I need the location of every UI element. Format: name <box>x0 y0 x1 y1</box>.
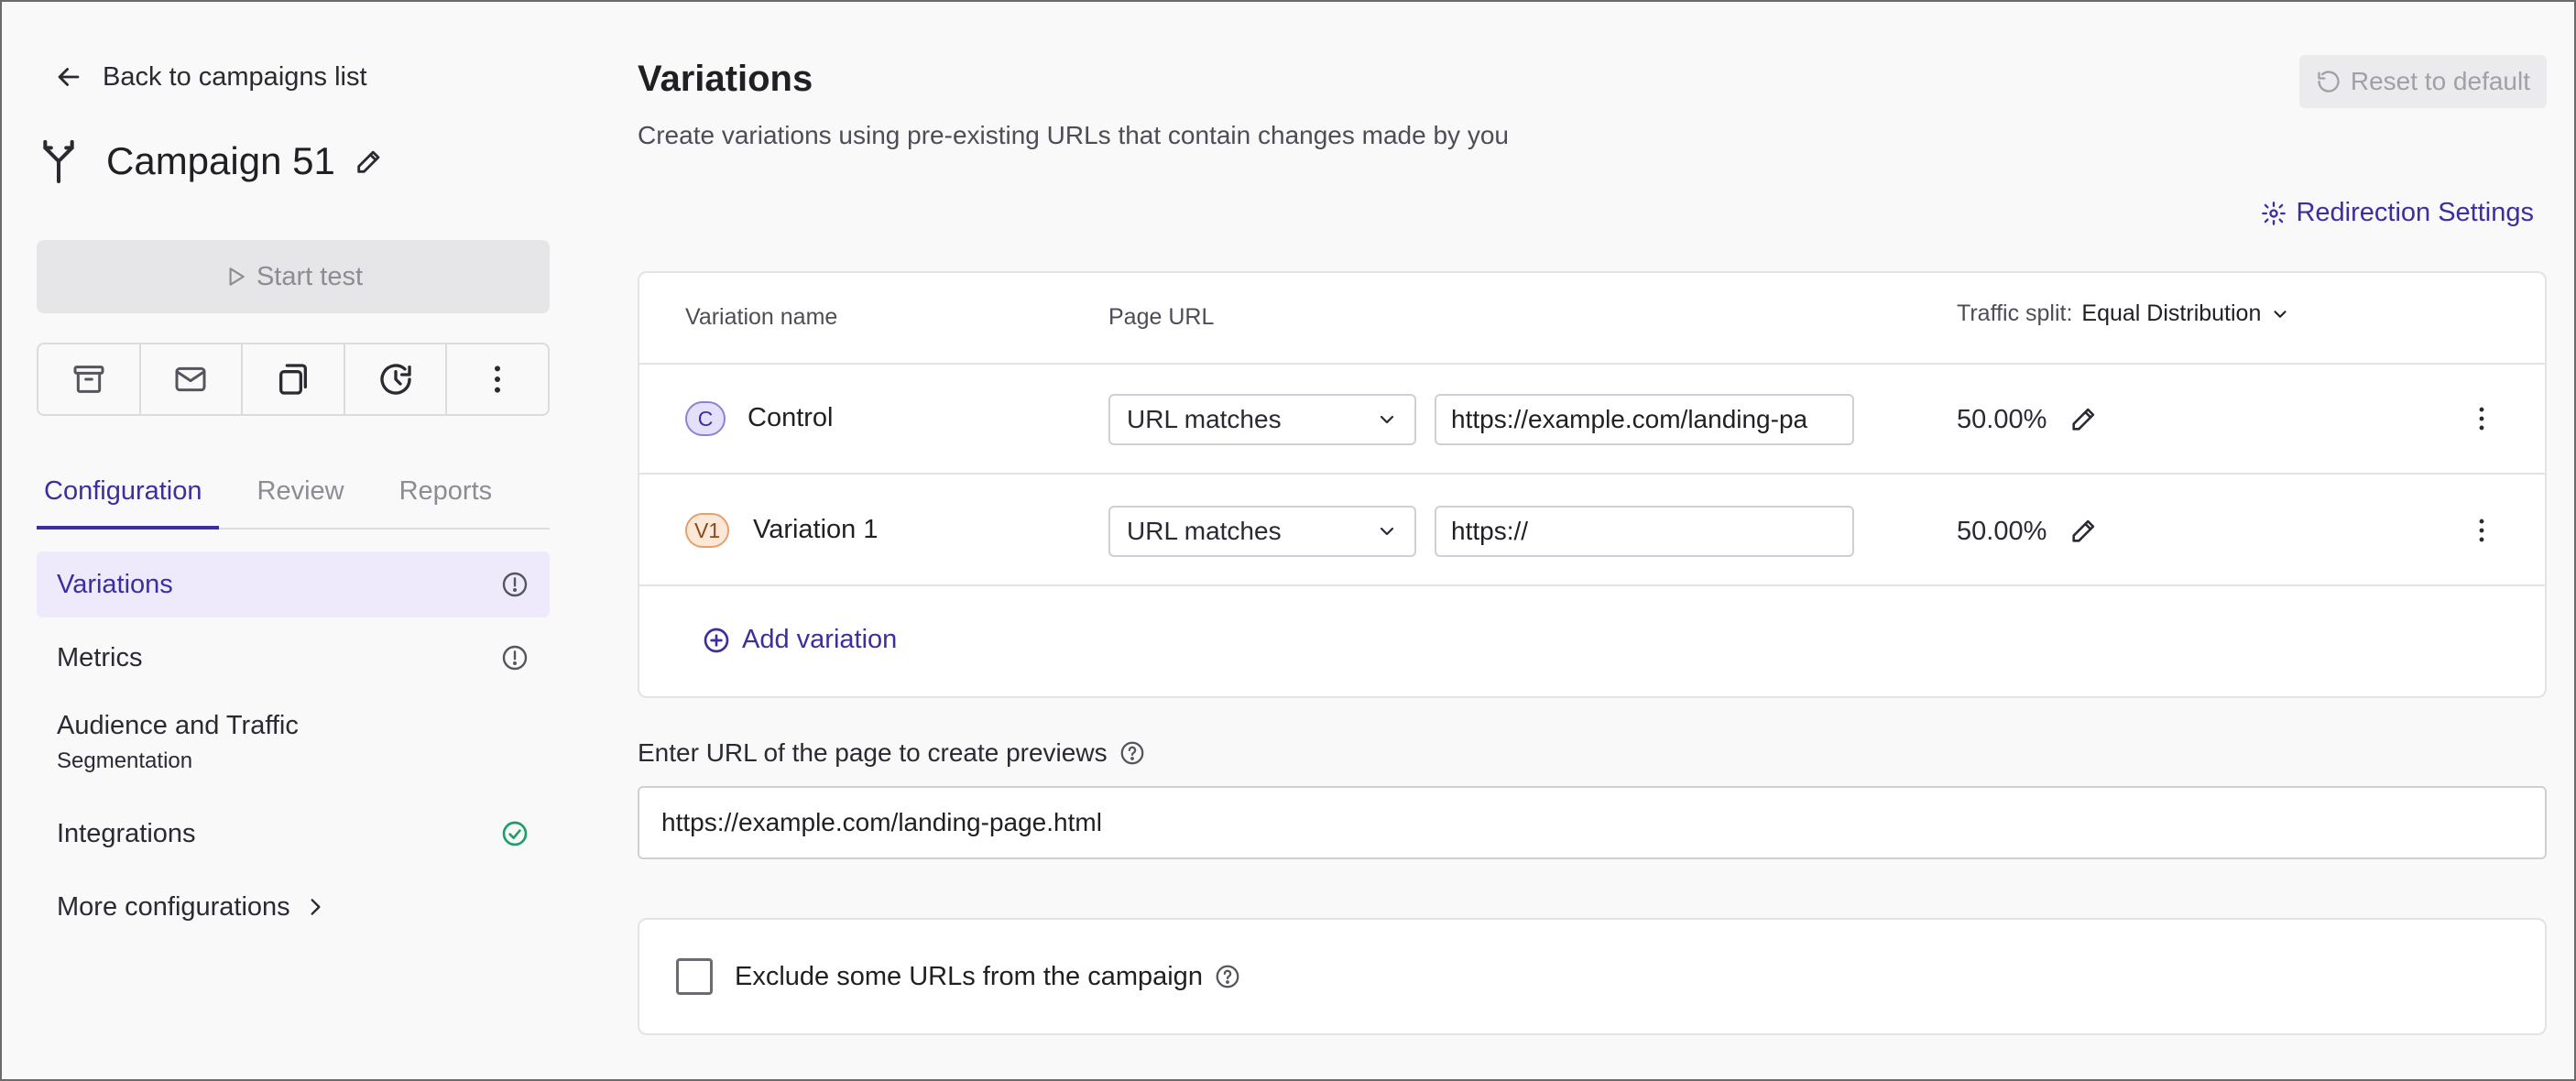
gear-icon <box>2262 201 2287 225</box>
reset-icon <box>2318 71 2340 93</box>
archive-icon <box>73 366 104 393</box>
edit-split-icon[interactable] <box>2068 515 2100 546</box>
url-match-select[interactable]: URL matches <box>1108 506 1416 557</box>
check-circle-icon <box>502 821 528 846</box>
play-icon <box>229 268 245 286</box>
preview-url-input[interactable] <box>638 786 2547 859</box>
nav-item-label: Variations <box>57 569 173 599</box>
nav-item-more-configurations[interactable]: More configurations <box>37 874 550 940</box>
traffic-percentage: 50.00% <box>1957 405 2047 434</box>
more-actions-button[interactable] <box>447 344 548 414</box>
row-menu-icon[interactable] <box>2466 515 2497 546</box>
variation-name: Variation 1 <box>753 515 879 544</box>
table-row: C Control URL matches 50.00% <box>639 365 2545 475</box>
archive-button[interactable] <box>38 344 141 414</box>
col-variation-name: Variation name <box>685 304 838 330</box>
more-vertical-icon <box>495 366 501 393</box>
row-menu-icon[interactable] <box>2466 403 2497 434</box>
preview-url-label-text: Enter URL of the page to create previews <box>638 738 1108 767</box>
add-variation-label: Add variation <box>742 625 898 654</box>
add-variation-button[interactable]: Add variation <box>702 625 897 655</box>
exclude-urls-label: Exclude some URLs from the campaign <box>735 961 1203 991</box>
tab-reports[interactable]: Reports <box>392 467 500 528</box>
start-test-label: Start test <box>256 261 364 291</box>
nav-item-label: More configurations <box>57 891 290 922</box>
back-to-campaigns-link[interactable]: Back to campaigns list <box>53 57 367 97</box>
email-button[interactable] <box>141 344 244 414</box>
back-link-label: Back to campaigns list <box>103 61 367 92</box>
duplicate-button[interactable] <box>243 344 345 414</box>
edit-title-icon[interactable] <box>354 146 385 177</box>
history-icon <box>379 364 411 395</box>
redirection-settings-label: Redirection Settings <box>2296 198 2534 227</box>
reset-to-default-button[interactable]: Reset to default <box>2298 55 2547 108</box>
nav-item-label: Metrics <box>57 642 143 672</box>
chevron-down-icon <box>2274 310 2287 318</box>
table-row: V1 Variation 1 URL matches 50.00% <box>639 476 2545 586</box>
chevron-down-icon <box>1380 415 1394 424</box>
url-match-value: URL matches <box>1127 517 1282 545</box>
redirection-settings-link[interactable]: Redirection Settings <box>2261 198 2534 228</box>
edit-split-icon[interactable] <box>2068 403 2100 434</box>
campaign-toolbar <box>37 343 550 416</box>
warning-icon <box>502 572 528 597</box>
traffic-mode-dropdown[interactable]: Equal Distribution <box>2081 300 2290 327</box>
col-traffic-split: Traffic split: Equal Distribution <box>1957 300 2290 327</box>
warning-icon <box>502 645 528 671</box>
tab-configuration[interactable]: Configuration <box>37 467 218 530</box>
variation-name: Control <box>748 403 834 432</box>
main-content: Variations Create variations using pre-e… <box>638 0 2547 1081</box>
variation-url-input[interactable] <box>1435 394 1854 445</box>
chevron-down-icon <box>1380 527 1394 536</box>
split-test-icon <box>43 139 74 183</box>
sidebar: Back to campaigns list Campaign 51 Start… <box>0 0 586 1081</box>
campaign-header: Campaign 51 <box>38 136 385 187</box>
nav-item-metrics[interactable]: Metrics <box>37 625 550 691</box>
traffic-mode-value: Equal Distribution <box>2081 300 2262 326</box>
url-match-value: URL matches <box>1127 405 1282 433</box>
variations-table: Variation name Page URL Traffic split: E… <box>638 271 2547 698</box>
table-header: Variation name Page URL Traffic split: E… <box>639 273 2545 365</box>
duplicate-icon <box>278 364 307 395</box>
url-match-select[interactable]: URL matches <box>1108 394 1416 445</box>
history-button[interactable] <box>345 344 448 414</box>
exclude-urls-checkbox[interactable] <box>676 958 713 995</box>
variation-badge: V1 <box>685 513 730 548</box>
nav-item-label: Audience and Traffic <box>57 711 299 740</box>
arrow-left-icon <box>58 68 80 86</box>
nav-item-audience-traffic[interactable]: Audience and Traffic Segmentation <box>37 698 550 793</box>
exclude-urls-card: Exclude some URLs from the campaign <box>638 918 2547 1035</box>
chevron-right-icon <box>311 899 321 915</box>
col-page-url: Page URL <box>1108 304 1215 330</box>
traffic-percentage: 50.00% <box>1957 517 2047 546</box>
nav-item-integrations[interactable]: Integrations <box>37 801 550 867</box>
preview-url-label: Enter URL of the page to create previews <box>638 738 1146 768</box>
page-title: Variations <box>638 59 813 99</box>
reset-label: Reset to default <box>2350 67 2530 95</box>
nav-item-variations[interactable]: Variations <box>37 551 550 617</box>
nav-item-label: Integrations <box>57 818 196 848</box>
variation-badge: C <box>685 401 726 436</box>
tab-review[interactable]: Review <box>250 467 352 528</box>
plus-circle-icon <box>704 628 729 652</box>
help-icon[interactable] <box>1119 739 1146 767</box>
variation-url-input[interactable] <box>1435 506 1854 557</box>
nav-item-sublabel: Segmentation <box>57 748 193 773</box>
traffic-split-label: Traffic split: <box>1957 300 2073 326</box>
start-test-button[interactable]: Start test <box>37 240 550 313</box>
page-subtitle: Create variations using pre-existing URL… <box>638 121 1509 149</box>
mail-icon <box>175 366 206 392</box>
config-nav: Variations Metrics Audience and Traffic … <box>37 551 550 947</box>
campaign-title: Campaign 51 <box>106 139 335 182</box>
sidebar-tabs: Configuration Review Reports <box>37 467 550 530</box>
help-icon[interactable] <box>1214 963 1241 990</box>
